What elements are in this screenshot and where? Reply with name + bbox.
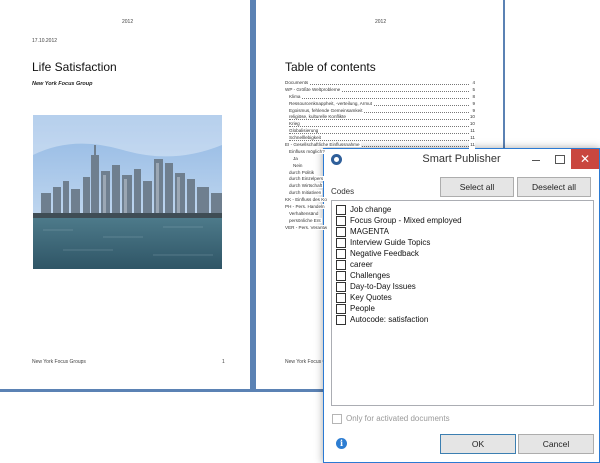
code-checkbox[interactable] xyxy=(336,238,346,248)
toc-entry-page: 10 xyxy=(468,121,475,129)
toc-entry-text: Documents xyxy=(285,80,310,85)
document-title: Life Satisfaction xyxy=(32,60,117,74)
toc-entry-page: 5 xyxy=(471,86,475,94)
toc-entry-text: Globalisierung xyxy=(289,128,320,134)
toc-entry-text: WP - Größte Weltprobleme xyxy=(285,86,342,92)
selection-toolbar: Codes Select all Deselect all xyxy=(324,177,599,197)
code-checkbox[interactable] xyxy=(336,293,346,303)
toc-entry-page: 10 xyxy=(468,114,475,122)
select-all-button[interactable]: Select all xyxy=(440,177,514,197)
toc-entry-text: Ressourcenknappheit, -verteilung, Armut xyxy=(289,100,373,106)
toc-entry-text: religiöse, kulturelle Konflikte xyxy=(289,114,347,120)
toc-entry: Klima 8 xyxy=(285,93,475,101)
code-label: MAGENTA xyxy=(350,227,389,236)
code-checkbox[interactable] xyxy=(336,249,346,259)
code-label: Job change xyxy=(350,205,392,214)
toc-entry-text: Egoismus, fehlende Gemeinsamkeit xyxy=(289,107,364,113)
toc-entry-text: Ja xyxy=(293,155,299,161)
toc-entry-page: 11 xyxy=(469,142,475,149)
code-checkbox[interactable] xyxy=(336,304,346,314)
toc-entry-text: KK - Einfluss des Ko xyxy=(285,197,328,203)
toc-entry-text: Verhaltensänd xyxy=(289,210,320,216)
toc-entry-text: VER - Pers. Verantw xyxy=(285,224,329,230)
toc-entry: religiöse, kulturelle Konflikte 10 xyxy=(285,114,475,122)
code-label: Challenges xyxy=(350,271,391,280)
toc-entry-text: durch Wirtschaft xyxy=(289,183,324,189)
page-footer-left: New York Focus Groups xyxy=(32,359,86,365)
code-checkbox[interactable] xyxy=(336,260,346,270)
code-checkbox[interactable] xyxy=(336,282,346,292)
document-date: 17.10.2012 xyxy=(32,38,58,44)
toc-entry-page: 9 xyxy=(471,107,475,115)
code-label: Key Quotes xyxy=(350,293,392,302)
page-header-year: 2012 xyxy=(122,19,134,25)
cancel-button[interactable]: Cancel xyxy=(518,434,594,454)
code-label: People xyxy=(350,304,375,313)
skyline-photo xyxy=(33,115,222,269)
toc-entry-text: durch Initiativen xyxy=(289,190,323,196)
toc-entry-page: 4 xyxy=(471,80,475,87)
code-label: Focus Group - Mixed employed xyxy=(350,216,462,225)
document-page-1: 2012 17.10.2012 Life Satisfaction New Yo… xyxy=(0,0,250,389)
toc-entry-text: PH - Pers. Handeln xyxy=(285,204,326,210)
toc-entry-text: EI - Gesellschaftliche Einflussnahme xyxy=(285,142,361,148)
toc-entry-text: durch Einzelpers xyxy=(289,176,325,182)
toc-entry-page: 11 xyxy=(469,135,475,143)
ok-button[interactable]: OK xyxy=(440,434,516,454)
toc-entry: Ressourcenknappheit, -verteilung, Armut 9 xyxy=(285,100,475,108)
toc-entry-text: Nein xyxy=(293,162,304,168)
toc-entry-text: Einfluss möglich? xyxy=(289,148,326,154)
page-number: 1 xyxy=(222,359,225,365)
toc-entry-page: 9 xyxy=(471,100,475,108)
code-checkbox[interactable] xyxy=(336,271,346,281)
toc-entry-page: 11 xyxy=(469,128,475,136)
only-activated-label: Only for activated documents xyxy=(346,414,450,423)
only-activated-checkbox xyxy=(332,414,342,424)
document-subtitle: New York Focus Group xyxy=(32,81,93,87)
code-label: career xyxy=(350,260,373,269)
code-checkbox[interactable] xyxy=(336,315,346,325)
toc-entry-text: durch Politik xyxy=(289,169,316,175)
toc-entry: Schnelllebigkeit 11 xyxy=(285,135,475,143)
toc-entry-text: Krieg xyxy=(289,121,301,127)
smart-publisher-dialog: Smart Publisher ✕ Codes Select all Desel… xyxy=(323,148,600,463)
deselect-all-button[interactable]: Deselect all xyxy=(517,177,591,197)
code-label: Negative Feedback xyxy=(350,249,419,258)
code-label: Autocode: satisfaction xyxy=(350,315,429,324)
page-header-year: 2012 xyxy=(375,19,387,25)
toc-entry-text: persönliche Ent xyxy=(289,217,322,223)
code-checkbox[interactable] xyxy=(336,205,346,215)
toc-title: Table of contents xyxy=(285,60,376,74)
toc-entry: WP - Größte Weltprobleme 5 xyxy=(285,86,475,94)
code-label: Interview Guide Topics xyxy=(350,238,431,247)
codes-list[interactable]: Job change Focus Group - Mixed employed MA… xyxy=(331,200,594,406)
info-icon[interactable]: i xyxy=(336,438,347,449)
code-checkbox[interactable] xyxy=(336,227,346,237)
toc-entry-page: 8 xyxy=(471,93,475,101)
toc-entry-text: Klima xyxy=(289,93,302,99)
toc-entry: Documents 4 xyxy=(285,80,475,87)
codes-label: Codes xyxy=(331,187,355,196)
toc-entry-text: Schnelllebigkeit xyxy=(289,135,322,141)
code-label: Day-to-Day Issues xyxy=(350,282,416,291)
code-checkbox[interactable] xyxy=(336,216,346,226)
